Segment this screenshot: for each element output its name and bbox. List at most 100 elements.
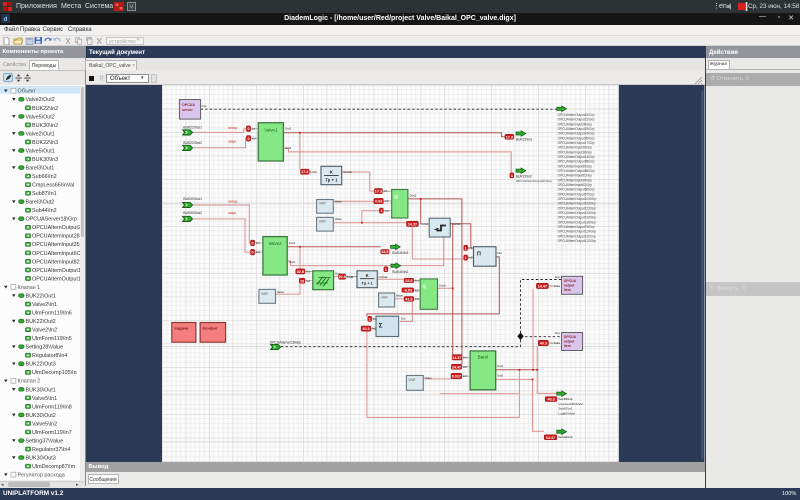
svg-text:In2: In2 [256,250,260,254]
svg-text:OPCUAItemOutput112\Grp: OPCUAItemOutput112\Grp [558,239,597,243]
svg-text:InVal: InVal [347,274,354,278]
svg-text:OPCUAItemOutput42\Grp: OPCUAItemOutput42\Grp [558,113,595,117]
svg-text:In2: In2 [372,326,376,330]
svg-text:Out: Out [401,316,406,320]
svg-text:Out2: Out2 [289,260,296,264]
svg-text:In2: In2 [463,364,467,368]
svg-text:41.3: 41.3 [405,297,412,301]
svg-text:Out1: Out1 [289,240,296,244]
svg-text:Log66\InVal: Log66\InVal [558,411,575,415]
svg-text:UlmForm119\In6: UlmForm119\In6 [32,310,72,316]
svg-text:BUK22\In3: BUK22\In3 [516,137,532,141]
svg-text:server: server [182,108,193,112]
svg-text:0.017: 0.017 [452,374,461,378]
svg-text:Out2: Out2 [285,146,292,150]
svg-text:Out1: Out1 [497,364,504,368]
svg-text:OPCUAItemOutput136\Grp: OPCUAItemOutput136\Grp [558,220,597,224]
svg-text:0: 0 [247,136,249,140]
svg-text:OPCUAItemInput28\Grp: OPCUAItemInput28\Grp [558,122,593,126]
svg-text:In2: In2 [306,278,310,282]
svg-text:Sub87\In1: Sub87\In1 [558,406,572,410]
svg-text:Valve5\Out1: Valve5\Out1 [26,148,55,154]
svg-text:17.3: 17.3 [375,189,382,193]
svg-text:InVal: InVal [422,222,429,226]
svg-text:BUK30\Out2: BUK30\Out2 [183,211,202,215]
svg-text:In2: In2 [252,136,256,140]
svg-text:M: M [129,5,133,11]
svg-text:BUK22\In2: BUK22\In2 [32,106,58,112]
svg-text:Σ: Σ [379,322,383,329]
svg-text:CmpLess66\InVal: CmpLess66\InVal [558,401,583,405]
svg-text:d: d [4,17,8,23]
svg-text:OPCUAItemOutput17\Grp: OPCUAItemOutput17\Grp [558,141,595,145]
svg-text:40.3: 40.3 [362,327,369,331]
svg-text:1: 1 [511,173,513,177]
svg-text:Sub87\In1: Sub87\In1 [32,191,57,197]
svg-text:32.8: 32.8 [297,269,304,273]
svg-text:In1: In1 [463,355,467,359]
svg-text:Barel: Barel [478,354,488,359]
svg-text:OPCUAServer18\Grp: OPCUAServer18\Grp [270,340,302,344]
svg-text:OPCUAItemOutput133\Grp: OPCUAItemOutput133\Grp [558,211,597,215]
svg-text:OPCUAItemOutput38\Grp: OPCUAItemOutput38\Grp [558,159,595,163]
svg-text:Value: Value [335,217,343,221]
svg-text:OPCUAItemOutput1: OPCUAItemOutput1 [32,276,80,282]
svg-text:VAR: VAR [408,378,416,382]
svg-text:0: 0 [252,250,254,254]
svg-text:BUK30\Out3: BUK30\Out3 [26,455,56,461]
svg-text:14.47: 14.47 [546,435,555,439]
svg-text:OPCUAServer18\Grp: OPCUAServer18\Grp [26,217,78,223]
svg-text:Sub44\In2: Sub44\In2 [32,208,57,214]
svg-text:BUK30\Out2: BUK30\Out2 [26,413,56,419]
svg-text:OPCUAItemOutput27\Grp: OPCUAItemOutput27\Grp [516,179,552,183]
svg-text:BUK22\In2: BUK22\In2 [516,174,532,178]
svg-text:OPCUAItemOutput21\Grp: OPCUAItemOutput21\Grp [558,117,595,121]
svg-text:OPCUAItemInput36\Grp: OPCUAItemInput36\Grp [558,145,593,149]
svg-text:OPCUAItemInput28: OPCUAItemInput28 [32,234,80,240]
svg-text:Регулятор расхода: Регулятор расхода [18,473,65,479]
svg-text:OPCUA: OPCUA [182,103,195,107]
svg-text:BUK22\Out1: BUK22\Out1 [183,125,202,129]
svg-text:Value: Value [335,199,343,203]
svg-text:OPCUAItemOutput1: OPCUAItemOutput1 [32,268,80,274]
svg-text:17.3: 17.3 [301,170,308,174]
svg-text:InVal: InVal [310,170,317,174]
svg-text:OPCUAItemOutput123\Grp: OPCUAItemOutput123\Grp [558,206,597,210]
svg-text:output: output [564,283,575,287]
svg-text:Value: Value [396,293,404,297]
svg-text:Valve2\In2: Valve2\In2 [32,328,57,334]
svg-text:InData: InData [551,284,560,288]
svg-text:Valve5\Out2: Valve5\Out2 [26,114,55,120]
svg-text:In2: In2 [469,255,473,259]
svg-text:BUK22\Out2: BUK22\Out2 [183,140,202,144]
svg-text:10: 10 [300,279,304,283]
svg-text:Sub44\In2: Sub44\In2 [558,435,572,439]
svg-text:Valve2\Out2: Valve2\Out2 [26,97,55,103]
svg-text:VAR: VAR [319,201,327,205]
svg-text:Клапан 2: Клапан 2 [18,379,41,385]
svg-text:OPCUAItemInput61\Grp: OPCUAItemInput61\Grp [558,173,593,177]
svg-text:In1: In1 [384,189,388,193]
svg-text:VAR: VAR [319,219,327,223]
svg-text:OPCUAItemInput35: OPCUAItemInput35 [32,242,80,248]
svg-text:1: 1 [380,209,382,213]
svg-text:1: 1 [369,317,371,321]
svg-text:In1: In1 [415,278,419,282]
svg-text:П: П [477,251,481,257]
svg-text:22,8: 22,8 [405,279,412,283]
svg-text:Valve2\In1: Valve2\In1 [32,302,57,308]
svg-text:Sub66\In2: Sub66\In2 [558,397,572,401]
svg-text:откр.: откр. [228,199,238,203]
svg-text:Valve2: Valve2 [268,241,282,246]
svg-text:закр.: закр. [227,139,237,143]
svg-text:UlmForm119\In8: UlmForm119\In8 [32,404,72,410]
svg-text:In1: In1 [373,316,377,320]
svg-text:OPCUAItemOutput110\Grp: OPCUAItemOutput110\Grp [558,229,597,233]
svg-text:Tp + 1: Tp + 1 [362,281,373,285]
svg-text:Value: Value [425,375,433,379]
svg-text:0.03: 0.03 [375,199,382,203]
svg-text:OutQ: OutQ [409,193,417,197]
svg-text:Grp: Grp [555,274,560,278]
svg-text:Q: Q [423,283,427,289]
svg-text:BUK22\Out1: BUK22\Out1 [26,293,56,299]
